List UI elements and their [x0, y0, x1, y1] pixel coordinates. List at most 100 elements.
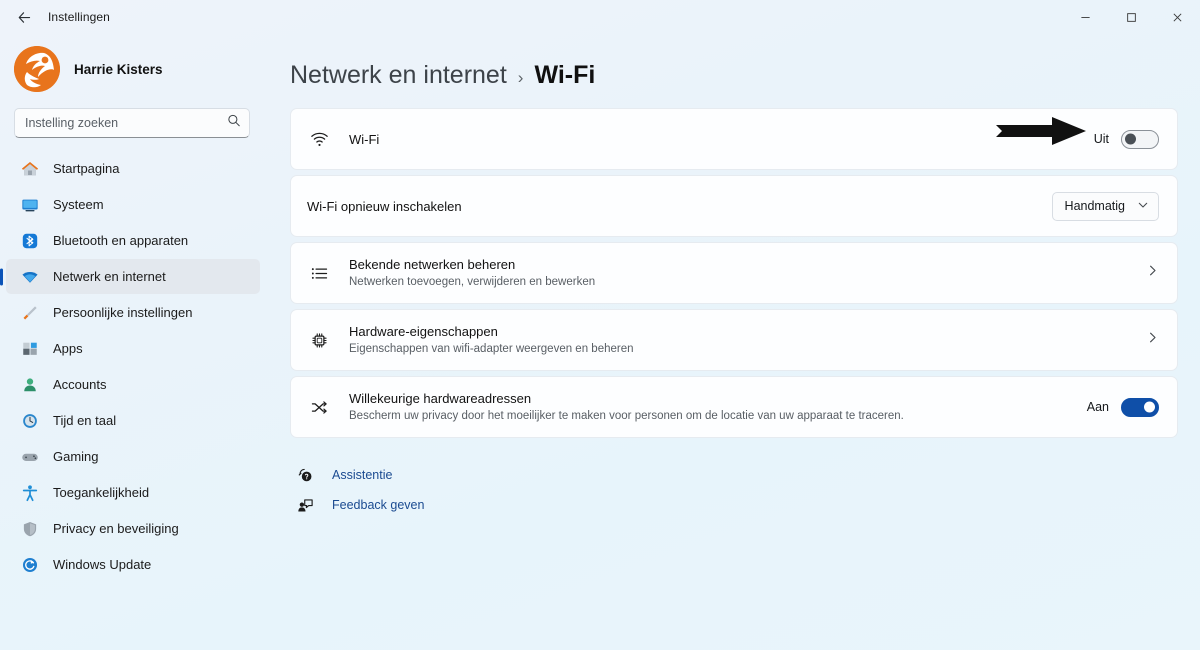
list-icon — [307, 264, 331, 283]
apps-icon — [20, 339, 39, 358]
sidebar-item-label: Gaming — [53, 449, 99, 464]
update-icon — [20, 555, 39, 574]
paintbrush-icon — [20, 303, 39, 322]
sidebar-item-bluetooth[interactable]: Bluetooth en apparaten — [6, 223, 260, 258]
hardware-properties-card[interactable]: Hardware-eigenschappen Eigenschappen van… — [290, 309, 1178, 371]
wifi-reenable-card: Wi-Fi opnieuw inschakelen Handmatig — [290, 175, 1178, 237]
avatar — [14, 46, 60, 92]
wifi-row-text: Wi-Fi — [349, 131, 1082, 148]
chevron-down-icon — [1137, 199, 1149, 214]
sidebar-item-label: Toegankelijkheid — [53, 485, 150, 500]
toggle-knob — [1144, 401, 1155, 413]
maximize-icon — [1126, 12, 1136, 22]
random-mac-state-label: Aan — [1086, 400, 1109, 414]
chevron-right-icon[interactable] — [1146, 264, 1159, 282]
assistentie-link[interactable]: Assistentie — [296, 460, 392, 490]
sidebar-item-label: Accounts — [53, 377, 107, 392]
breadcrumb-separator: › — [517, 68, 524, 87]
accessibility-icon — [20, 483, 39, 502]
close-icon — [1173, 13, 1181, 21]
sidebar-item-label: Bluetooth en apparaten — [53, 233, 189, 248]
minimize-icon — [1080, 16, 1090, 18]
wifi-state-label: Uit — [1093, 132, 1109, 146]
window-controls — [1062, 0, 1200, 34]
known-networks-card[interactable]: Bekende netwerken beheren Netwerken toev… — [290, 242, 1178, 304]
link-label: Feedback geven — [332, 498, 425, 512]
person-icon — [20, 375, 39, 394]
footer-links: Assistentie Feedback geven — [290, 460, 1178, 520]
shuffle-icon — [307, 398, 331, 417]
main-content: Netwerk en internet › Wi-Fi Wi-Fi Uit Wi… — [280, 34, 1200, 650]
minimize-button[interactable] — [1062, 0, 1108, 34]
wifi-icon — [20, 267, 39, 286]
random-mac-text: Willekeurige hardwareadressen Bescherm u… — [349, 390, 1075, 424]
settings-window: Instellingen Harrie Kisters Instelling z… — [0, 0, 1200, 650]
sidebar: Harrie Kisters Instelling zoeken Startpa… — [0, 34, 280, 650]
wifi-row-controls: Uit — [1093, 129, 1159, 149]
sidebar-item-accounts[interactable]: Accounts — [6, 367, 260, 402]
row-subtitle: Bescherm uw privacy door het moeilijker … — [349, 410, 904, 422]
sidebar-item-label: Persoonlijke instellingen — [53, 305, 193, 320]
monitor-icon — [20, 195, 39, 214]
row-title: Wi-Fi opnieuw inschakelen — [307, 198, 462, 214]
random-mac-controls: Aan — [1086, 397, 1159, 417]
home-icon — [20, 159, 39, 178]
window-title: Instellingen — [48, 10, 110, 24]
sidebar-item-label: Privacy en beveiliging — [53, 521, 179, 536]
profile-name: Harrie Kisters — [74, 61, 163, 77]
wifi-toggle-card: Wi-Fi Uit — [290, 108, 1178, 170]
reenable-row-text: Wi-Fi opnieuw inschakelen — [307, 198, 1040, 215]
sidebar-item-netwerk-en-internet[interactable]: Netwerk en internet — [6, 259, 260, 294]
help-icon — [296, 467, 315, 484]
wifi-toggle[interactable] — [1121, 129, 1159, 149]
back-button[interactable] — [8, 4, 40, 30]
sidebar-item-label: Windows Update — [53, 557, 152, 572]
sidebar-item-gaming[interactable]: Gaming — [6, 439, 260, 474]
link-label: Assistentie — [332, 468, 393, 482]
profile-section[interactable]: Harrie Kisters — [0, 34, 268, 102]
row-title: Bekende netwerken beheren — [349, 257, 516, 272]
sidebar-item-apps[interactable]: Apps — [6, 331, 260, 366]
sidebar-item-label: Apps — [53, 341, 83, 356]
bluetooth-icon — [20, 231, 39, 250]
row-title: Wi-Fi — [349, 131, 380, 147]
feedback-icon — [296, 497, 315, 514]
chevron-right-icon[interactable] — [1146, 331, 1159, 349]
feedback-geven-link[interactable]: Feedback geven — [296, 490, 424, 520]
sidebar-item-label: Systeem — [53, 197, 104, 212]
dropdown-value: Handmatig — [1064, 199, 1125, 213]
sidebar-nav: Startpagina Systeem Bluetooth en apparat… — [0, 148, 268, 583]
reenable-row-controls: Handmatig — [1051, 191, 1159, 221]
sidebar-item-label: Tijd en taal — [53, 413, 117, 428]
hardware-properties-text: Hardware-eigenschappen Eigenschappen van… — [349, 323, 1146, 357]
sidebar-item-privacy-en-beveiliging[interactable]: Privacy en beveiliging — [6, 511, 260, 546]
breadcrumb-parent[interactable]: Netwerk en internet — [290, 61, 507, 90]
sidebar-item-label: Netwerk en internet — [53, 269, 166, 284]
title-bar: Instellingen — [0, 0, 1200, 34]
toggle-knob — [1125, 133, 1136, 145]
search-container — [14, 108, 250, 138]
random-mac-toggle[interactable] — [1121, 397, 1159, 417]
shield-icon — [20, 519, 39, 538]
sidebar-item-label: Startpagina — [53, 161, 120, 176]
sidebar-item-windows-update[interactable]: Windows Update — [6, 547, 260, 582]
sidebar-item-systeem[interactable]: Systeem — [6, 187, 260, 222]
maximize-button[interactable] — [1108, 0, 1154, 34]
row-title: Hardware-eigenschappen — [349, 324, 498, 339]
page-title: Wi-Fi — [534, 61, 596, 89]
row-subtitle: Eigenschappen van wifi-adapter weergeven… — [349, 343, 634, 355]
search-input[interactable] — [14, 108, 250, 138]
window-body: Harrie Kisters Instelling zoeken Startpa… — [0, 34, 1200, 650]
row-subtitle: Netwerken toevoegen, verwijderen en bewe… — [349, 276, 596, 288]
sidebar-item-persoonlijke-instellingen[interactable]: Persoonlijke instellingen — [6, 295, 260, 330]
chip-icon — [307, 331, 331, 350]
close-button[interactable] — [1154, 0, 1200, 34]
gamepad-icon — [20, 447, 39, 466]
random-hardware-addresses-card: Willekeurige hardwareadressen Bescherm u… — [290, 376, 1178, 438]
sidebar-item-toegankelijkheid[interactable]: Toegankelijkheid — [6, 475, 260, 510]
wifi-reenable-dropdown[interactable]: Handmatig — [1051, 191, 1159, 221]
row-title: Willekeurige hardwareadressen — [349, 391, 532, 406]
known-networks-text: Bekende netwerken beheren Netwerken toev… — [349, 256, 1146, 290]
sidebar-item-startpagina[interactable]: Startpagina — [6, 151, 260, 186]
sidebar-item-tijd-en-taal[interactable]: Tijd en taal — [6, 403, 260, 438]
